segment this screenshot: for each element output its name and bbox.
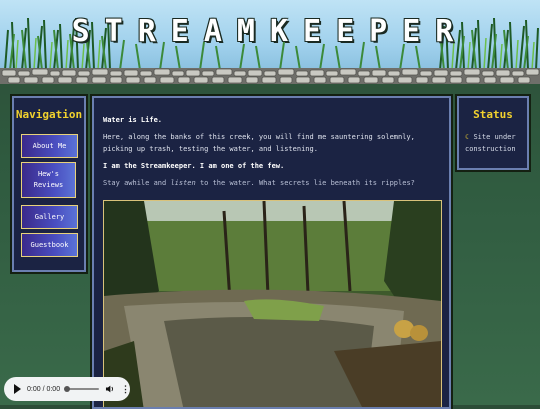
navigation-panel: Navigation About Me Hew's Reviews Galler… [12,96,86,272]
intro-paragraph: Here, along the banks of this creek, you… [103,133,415,153]
creek-photo [103,200,442,407]
site-title: STREAMKEEPER [71,14,469,49]
nav-hews-reviews-button[interactable]: Hew's Reviews [21,162,76,198]
nav-about-me-button[interactable]: About Me [21,134,78,158]
audio-time: 0:00 / 0:00 [27,385,61,393]
status-panel: Status ☾ Site under construction [457,96,529,170]
nav-guestbook-button[interactable]: Guestbook [21,233,78,257]
status-message: ☾ Site under construction [459,131,527,155]
status-text: Site under construction [465,133,516,153]
invitation-text: Stay awhile and listen to the water. Wha… [103,179,415,187]
status-title: Status [473,108,513,121]
more-options-icon[interactable]: ⋮ [121,384,130,394]
intro-heading: Water is Life. [103,116,163,124]
audio-player[interactable]: 0:00 / 0:00 ⋮ [4,377,130,401]
header-banner: STREAMKEEPER [0,0,540,84]
main-content-panel: Water is Life. Here, along the banks of … [92,96,451,409]
navigation-title: Navigation [15,108,83,121]
nav-gallery-button[interactable]: Gallery [21,205,78,229]
audio-progress-slider[interactable] [64,386,100,392]
play-icon[interactable] [14,384,21,394]
moon-icon: ☾ [465,133,470,141]
volume-icon[interactable] [105,384,115,394]
streamkeeper-statement: I am the Streamkeeper. I am one of the f… [103,162,285,170]
